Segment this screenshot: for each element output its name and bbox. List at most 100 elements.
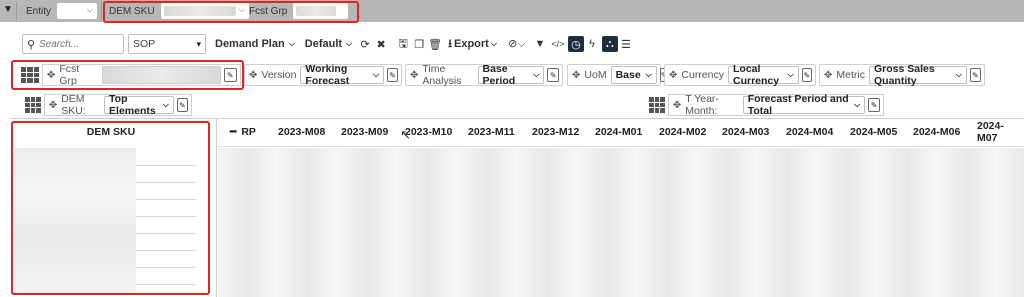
chevron-down-icon: ⌵	[346, 39, 353, 48]
entity-select[interactable]: ⌵	[57, 3, 98, 19]
export-dropdown[interactable]: ⭳ Export ⌵	[443, 34, 502, 54]
uom-value: Base	[615, 69, 641, 81]
clock-icon[interactable]: ◷	[567, 36, 584, 52]
row-header-dem-sku[interactable]: DEM SKU	[14, 118, 208, 146]
version-label: Version	[261, 69, 297, 81]
refresh-icon[interactable]: ⟳	[357, 35, 373, 53]
move-icon[interactable]: ✥	[673, 100, 681, 111]
ban-icon[interactable]: ⊘⌵	[506, 35, 528, 53]
time-analysis-select[interactable]: Base Period ⌵	[477, 63, 545, 87]
rp-header[interactable]: ━ RP	[230, 118, 256, 146]
edit-icon[interactable]: ✎	[868, 98, 880, 112]
sop-value: SOP	[133, 38, 156, 50]
chevron-down-icon: ⌵	[955, 70, 962, 79]
hierarchy-icon[interactable]: ⛬	[601, 36, 618, 52]
column-header[interactable]: 2024-M07	[977, 118, 1024, 146]
data-cells-blurred	[218, 148, 1024, 297]
uom-label: UoM	[584, 69, 607, 81]
move-icon[interactable]: ✥	[47, 70, 55, 81]
version-pill[interactable]: ✥ Version Working Forecast ⌵ ✎	[244, 63, 402, 87]
version-select[interactable]: Working Forecast ⌵	[300, 63, 385, 87]
column-header[interactable]: 2024-M06	[913, 118, 960, 146]
dem-sku-axis-value: Top Elements	[109, 93, 156, 117]
fcst-grp-label: Fcst Grp	[249, 5, 288, 17]
dem-sku-axis-label: DEM SKU:	[61, 93, 86, 117]
bolt-icon[interactable]: ϟ	[584, 35, 600, 53]
chevron-down-icon: ⌵	[288, 39, 295, 48]
default-label: Default	[304, 38, 343, 50]
funnel-icon[interactable]: ▼	[532, 35, 548, 53]
download-icon: ⭳	[448, 37, 452, 50]
metric-value: Gross Sales Quantity	[873, 63, 935, 87]
edit-icon[interactable]: ✎	[970, 68, 981, 82]
chevron-down-icon: ⌵	[238, 5, 245, 14]
divider	[16, 2, 17, 20]
move-icon[interactable]: ✥	[669, 70, 677, 81]
collapse-icon[interactable]: ━	[230, 126, 236, 138]
row-divider	[136, 199, 196, 200]
move-icon[interactable]: ✥	[572, 70, 580, 81]
close-icon[interactable]: ✖	[373, 35, 389, 53]
year-month-axis-select[interactable]: Forecast Period and Total ⌵	[742, 93, 866, 117]
currency-value: Local Currency	[733, 63, 780, 87]
column-header[interactable]: 2023-M09	[341, 118, 388, 146]
currency-select[interactable]: Local Currency ⌵	[728, 63, 799, 87]
metric-select[interactable]: Gross Sales Quantity ⌵	[868, 63, 967, 87]
column-header[interactable]: 2024-M03	[722, 118, 769, 146]
row-divider	[136, 284, 196, 285]
dem-sku-axis-select[interactable]: Top Elements ⌵	[104, 93, 174, 117]
dem-sku-axis-chip[interactable]: ✥ DEM SKU: Top Elements ⌵ ✎	[43, 93, 192, 117]
year-month-axis-chip[interactable]: ✥ T Year-Month: Forecast Period and Tota…	[667, 93, 884, 117]
fcst-grp-filter[interactable]: Fcst Grp	[249, 0, 349, 22]
edit-icon[interactable]: ✎	[223, 68, 237, 82]
save-icon[interactable]: 🖫	[395, 35, 411, 53]
entity-filter[interactable]: Entity ⌵	[26, 0, 98, 22]
table-icon	[25, 97, 41, 113]
cursor-icon: ↖	[400, 127, 411, 142]
search-input[interactable]	[39, 38, 115, 50]
column-header[interactable]: 2023-M10	[405, 118, 452, 146]
sop-select[interactable]: SOP ▾	[128, 34, 206, 54]
move-icon[interactable]: ✥	[49, 100, 57, 111]
search-icon: ⚲	[26, 38, 36, 51]
edit-icon[interactable]: ✎	[387, 68, 398, 82]
edit-icon[interactable]: ✎	[547, 68, 559, 82]
currency-pill[interactable]: ✥ Currency Local Currency ⌵ ✎	[664, 63, 816, 87]
column-header[interactable]: 2024-M05	[850, 118, 897, 146]
time-analysis-value: Base Period	[482, 63, 516, 87]
column-header[interactable]: 2024-M04	[786, 118, 833, 146]
row-divider	[136, 267, 196, 268]
uom-pill[interactable]: ✥ UoM Base⌵ ✎	[567, 64, 669, 86]
fcst-grp-filter-chip[interactable]: ✥ Fcst Grp ✎	[41, 63, 241, 87]
edit-icon[interactable]: ✎	[801, 68, 812, 82]
edit-icon[interactable]: ✎	[176, 98, 188, 112]
copy-icon[interactable]: ❐	[411, 35, 427, 53]
fcst-grp-select[interactable]	[293, 3, 349, 19]
demand-plan-dropdown[interactable]: Demand Plan ⌵	[210, 34, 300, 54]
metric-pill[interactable]: ✥ Metric Gross Sales Quantity ⌵ ✎	[819, 63, 985, 87]
row-labels-blurred	[14, 148, 136, 294]
column-header[interactable]: 2024-M02	[659, 118, 706, 146]
column-header[interactable]: 2023-M11	[468, 118, 515, 146]
rp-label: RP	[241, 126, 256, 138]
dem-sku-filter[interactable]: DEM SKU ⌵	[109, 0, 249, 22]
fcst-grp-value[interactable]	[101, 66, 221, 84]
code-icon[interactable]: </>	[550, 35, 566, 53]
dem-sku-label: DEM SKU	[109, 5, 155, 17]
filter-funnel-icon[interactable]: ▼	[3, 4, 13, 15]
chevron-down-icon: ⌵	[533, 70, 540, 79]
time-analysis-pill[interactable]: ✥ Time Analysis Base Period ⌵ ✎	[405, 63, 563, 87]
default-dropdown[interactable]: Default ⌵	[300, 34, 357, 54]
delete-icon[interactable]: 🗑	[427, 35, 443, 53]
uom-select[interactable]: Base ⌵	[610, 66, 657, 84]
export-label: Export	[453, 38, 489, 50]
move-icon[interactable]: ✥	[410, 70, 418, 81]
dem-sku-select[interactable]: ⌵	[160, 3, 249, 19]
column-header[interactable]: 2024-M01	[595, 118, 642, 146]
list-icon[interactable]: ☰	[618, 35, 634, 53]
move-icon[interactable]: ✥	[824, 70, 832, 81]
column-header[interactable]: 2023-M08	[278, 118, 325, 146]
move-icon[interactable]: ✥	[249, 70, 257, 81]
search-box[interactable]: ⚲	[22, 34, 124, 54]
column-header[interactable]: 2023-M12	[532, 118, 579, 146]
